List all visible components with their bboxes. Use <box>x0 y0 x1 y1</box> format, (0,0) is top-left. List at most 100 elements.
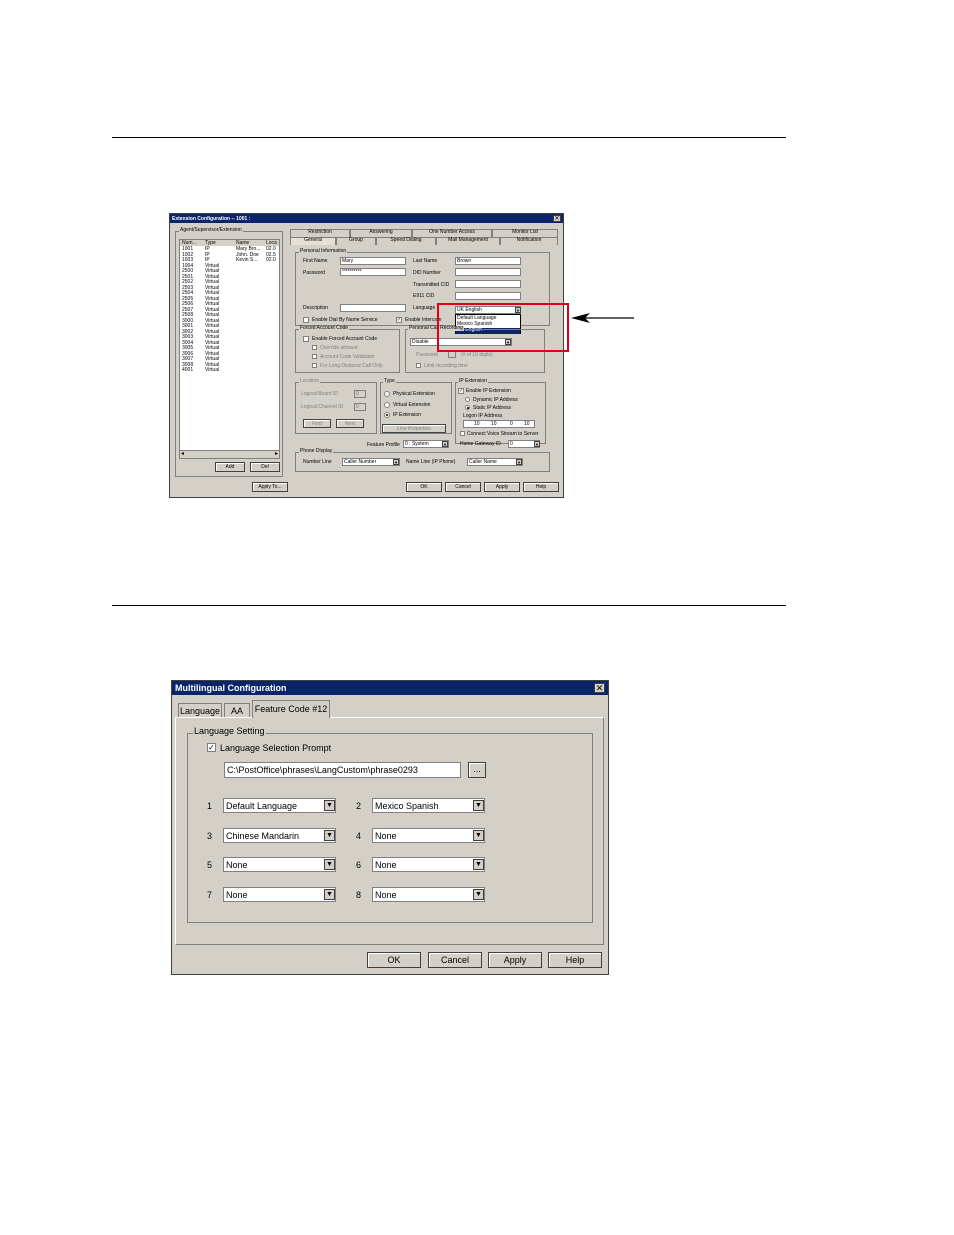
tab-group[interactable]: Group <box>336 237 376 245</box>
chevron-down-icon[interactable]: ▼ <box>324 888 335 900</box>
intercom-checkbox[interactable]: ✓ <box>396 317 402 323</box>
number-line-select[interactable]: Caller Number <box>342 458 400 466</box>
language-slot-select[interactable]: Default Language <box>223 798 336 813</box>
first-name-input[interactable]: Mary <box>340 257 406 265</box>
language-slot-select[interactable]: None <box>372 857 485 872</box>
table-row[interactable]: 3007 Virtual <box>180 357 279 362</box>
table-row[interactable]: 3002 Virtual <box>180 329 279 335</box>
transmitted-cid-input[interactable] <box>455 280 521 288</box>
table-row[interactable]: 1003 IP Kevin S... 02.0 <box>180 258 279 263</box>
chevron-down-icon[interactable]: ▼ <box>324 859 335 870</box>
tab-language[interactable]: Language <box>178 703 222 717</box>
table-row[interactable]: 1001 IP Mary Bro... 02.0 <box>180 247 279 252</box>
tab-one-number-access[interactable]: One Number Access <box>412 229 492 237</box>
tab-feature-code[interactable]: Feature Code #12 <box>252 700 330 718</box>
del-button[interactable]: Del <box>250 462 280 472</box>
chevron-down-icon[interactable]: ▼ <box>473 888 484 900</box>
close-icon[interactable]: ✕ <box>594 683 605 693</box>
scroll-right-icon[interactable]: ▸ <box>275 451 278 457</box>
forced-enable-checkbox[interactable] <box>303 336 309 342</box>
language-slot-select[interactable]: Mexico Spanish <box>372 798 485 813</box>
dial-by-name-checkbox[interactable] <box>303 317 309 323</box>
chevron-down-icon[interactable]: ▼ <box>516 459 522 465</box>
chevron-down-icon[interactable]: ▼ <box>324 800 335 811</box>
table-row[interactable]: 2504 Virtual <box>180 291 279 296</box>
description-input[interactable] <box>340 304 406 312</box>
table-row[interactable]: 2505 Virtual <box>180 296 279 302</box>
name-line-select[interactable]: Caller Name <box>467 458 523 466</box>
chevron-down-icon[interactable]: ▼ <box>324 829 335 841</box>
table-row[interactable]: 3001 Virtual <box>180 324 279 329</box>
help-button[interactable]: Help <box>548 952 602 968</box>
find-button[interactable]: Find <box>303 419 331 428</box>
table-row[interactable]: 3006 Virtual <box>180 351 279 357</box>
ip-enable-checkbox[interactable]: ✓ <box>458 388 464 394</box>
table-row[interactable]: 2501 Virtual <box>180 274 279 280</box>
logical-channel-input[interactable]: 0 <box>354 403 366 411</box>
did-input[interactable] <box>455 268 521 276</box>
tab-answering[interactable]: Answering <box>350 229 412 237</box>
physical-radio[interactable] <box>384 391 390 397</box>
logical-board-input[interactable]: 0 <box>354 390 366 398</box>
table-row[interactable]: 2500 Virtual <box>180 269 279 274</box>
table-row[interactable]: 3004 Virtual <box>180 340 279 346</box>
table-row[interactable]: 1002 IP John. Doe 02.5 <box>180 252 279 258</box>
chevron-down-icon[interactable]: ▼ <box>393 459 399 465</box>
ok-button[interactable]: OK <box>406 482 442 492</box>
line-properties-button[interactable]: Line Properties <box>382 424 446 433</box>
last-name-input[interactable]: Brown <box>455 257 521 265</box>
tab-notification[interactable]: Notification <box>500 237 558 245</box>
next-button[interactable]: Next <box>336 419 364 428</box>
language-slot-select[interactable]: None <box>372 886 485 902</box>
apply-to-button[interactable]: Apply To... <box>252 482 288 492</box>
cancel-button[interactable]: Cancel <box>445 482 481 492</box>
voice-stream-checkbox[interactable] <box>460 431 465 436</box>
add-button[interactable]: Add <box>215 462 245 472</box>
table-row[interactable]: 2502 Virtual <box>180 280 279 285</box>
language-slot-select[interactable]: None <box>223 857 336 872</box>
language-prompt-checkbox[interactable]: ✓ <box>207 743 216 752</box>
e911-input[interactable] <box>455 292 521 300</box>
prompt-path-input[interactable]: C:\PostOffice\phrases\LangCustom\phrase0… <box>224 762 461 778</box>
ip-radio[interactable] <box>384 412 390 418</box>
horizontal-scrollbar[interactable]: ◂ ▸ <box>180 450 279 458</box>
chevron-down-icon[interactable]: ▼ <box>442 441 448 447</box>
help-button[interactable]: Help <box>523 482 559 492</box>
language-slot-select[interactable]: None <box>223 886 336 902</box>
table-row[interactable]: 3000 Virtual <box>180 318 279 324</box>
tab-aa[interactable]: AA <box>224 703 250 717</box>
tab-restriction[interactable]: Restriction <box>290 229 350 237</box>
chevron-down-icon[interactable]: ▼ <box>473 829 484 841</box>
language-slot-select[interactable]: None <box>372 827 485 843</box>
static-ip-radio[interactable] <box>465 405 470 410</box>
virtual-radio[interactable] <box>384 402 390 408</box>
ok-button[interactable]: OK <box>367 952 421 968</box>
pcr-limit-checkbox[interactable] <box>416 363 421 368</box>
tab-general[interactable]: General <box>290 237 336 245</box>
pcr-password-input[interactable] <box>448 351 456 358</box>
table-row[interactable]: 2508 Virtual <box>180 313 279 318</box>
password-input[interactable]: ********** <box>340 268 406 276</box>
table-row[interactable]: 3008 Virtual <box>180 362 279 368</box>
cancel-button[interactable]: Cancel <box>428 952 482 968</box>
apply-button[interactable]: Apply <box>484 482 520 492</box>
tab-mail-management[interactable]: Mail Management <box>436 237 500 245</box>
chevron-down-icon[interactable]: ▼ <box>473 859 484 870</box>
browse-button[interactable]: ... <box>468 762 486 778</box>
table-row[interactable]: 3003 Virtual <box>180 335 279 340</box>
chevron-down-icon[interactable]: ▼ <box>473 800 484 811</box>
override-checkbox[interactable] <box>312 345 317 350</box>
scroll-left-icon[interactable]: ◂ <box>181 451 184 457</box>
table-row[interactable]: 2506 Virtual <box>180 302 279 307</box>
table-row[interactable]: 2507 Virtual <box>180 307 279 313</box>
tab-speed-dialing[interactable]: Speed Dialing <box>376 237 436 245</box>
chevron-down-icon[interactable]: ▼ <box>534 441 540 447</box>
language-slot-select[interactable]: Chinese Mandarin <box>223 827 336 843</box>
close-icon[interactable]: ✕ <box>553 215 561 222</box>
extension-list[interactable]: Num... Type Name Loca 1001 IP Mary Bro... 02.0… <box>179 239 280 459</box>
table-row[interactable]: 3005 Virtual <box>180 346 279 351</box>
table-row[interactable]: 2503 Virtual <box>180 285 279 291</box>
table-row[interactable]: 4001 Virtual <box>180 368 279 373</box>
long-distance-checkbox[interactable] <box>312 363 317 368</box>
validation-checkbox[interactable] <box>312 354 317 359</box>
